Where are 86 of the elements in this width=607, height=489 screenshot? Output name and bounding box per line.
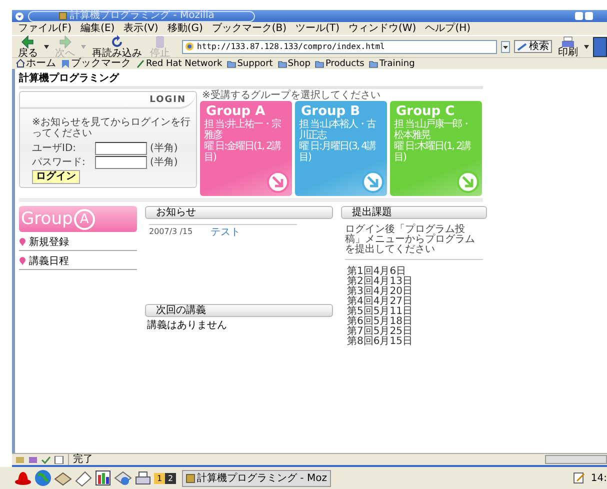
pin-icon [19,238,26,246]
field-label: ユーザID: [32,143,78,154]
clock-text: 14: [590,472,607,484]
group-day: 曜 日:木曜日(1, 2講目) [394,141,479,163]
group-day: 曜 日:金曜日(1, 2講目) [204,141,289,163]
field-hint: (半角) [150,157,178,168]
section-header: お知らせ [145,206,333,219]
site-icon [185,42,194,51]
group-name: Group B [301,104,362,119]
menu-item[interactable]: 移動(G) [167,22,203,34]
bookmark-link[interactable]: Shop [288,58,310,68]
group-teacher: 担 当:井上祐一・宗雅彦 [204,119,282,141]
print-button[interactable]: 印刷 [556,36,580,58]
notes-icon[interactable] [572,472,585,484]
maximize-button[interactable] [585,12,593,20]
login-note: ※お知らせを見てからログインを行ってください [32,117,192,139]
banner-text: Group [21,209,73,229]
section-header: 次回の講義 [145,304,333,317]
page-icon [186,474,195,482]
news-link[interactable]: テスト [210,227,241,238]
workspace-button[interactable]: 1 [154,472,165,484]
reload-button[interactable]: 再読み込み [90,34,144,58]
address-field[interactable]: http://133.87.128.133/compro/index.html [182,40,497,54]
home-icon [16,59,25,68]
group-caption: ※受講するグループを選択してください [202,91,382,101]
caret-icon[interactable] [44,44,49,48]
arrow-icon [21,34,35,48]
side-menu-link[interactable]: 新規登録 [29,235,69,249]
login-button[interactable]: ログイン [32,170,80,184]
status-icons-drawing [16,456,64,464]
menu-item[interactable]: 編集(E) [80,22,115,34]
bookmark-link[interactable]: Red Hat Network [146,58,222,68]
menu-item[interactable]: ヘルプ(H) [425,22,471,34]
group-teacher: 担 当:山戸康一郎・松本雅晃 [394,119,472,141]
bookmark-link[interactable]: ホーム [26,58,56,68]
assignment-item: 第7回5月25日 [347,327,414,337]
bookmark-link[interactable]: Training [379,58,415,68]
group-teacher: 担 当:山本裕人・古川正志 [299,119,378,141]
minimize-button[interactable] [575,12,583,20]
group-name: Group A [206,104,266,119]
input-field[interactable] [95,156,147,169]
group-day: 曜 日:月曜日(3, 4講目) [299,141,384,163]
login-heading: LOGIN [20,92,196,109]
page-title: 計算機プログラミング [19,73,120,85]
next-lecture-text: 講義はありません [147,320,228,331]
reload-icon [110,34,124,48]
menu-item[interactable]: 表示(V) [124,22,158,34]
menu-item[interactable]: ツール(T) [296,22,340,34]
assignment-item: 第6回5月18日 [347,317,414,327]
pin-icon [19,257,26,265]
menu-item[interactable]: ブックマーク(B) [212,22,287,34]
page-icon [59,12,67,20]
side-menu-link[interactable]: 講義日程 [29,254,69,268]
menu-item[interactable]: ファイル(F) [18,22,72,34]
workspace-button[interactable]: 2 [165,472,176,484]
news-date: 2007/3 /15 [149,227,193,238]
assignment-item: 第3回4月20日 [347,287,414,297]
stop-icon [153,34,167,48]
chart-icon[interactable] [94,469,112,487]
field-hint: (半角) [150,143,178,154]
input-field[interactable] [95,142,147,155]
globe-icon[interactable] [34,469,52,487]
caret-icon[interactable] [584,44,589,48]
menu-item[interactable]: ウィンドウ(W) [348,22,416,34]
assignment-item: 第1回4月6日 [347,267,406,277]
bookmark-link[interactable]: Support [237,58,273,68]
assignment-item: 第2回4月13日 [347,277,414,287]
banner-letter: A [74,208,95,230]
dropdown-icon[interactable] [501,40,510,52]
assignment-item: 第8回6月15日 [347,337,414,347]
assignment-item: 第4回4月27日 [347,297,414,307]
window-menu-icon[interactable] [15,12,24,20]
bookmark-link[interactable]: ブックマーク [71,58,131,68]
field-label: パスワード: [32,157,86,168]
arrow-icon [58,34,72,48]
assignment-item: 第5回5月11日 [347,307,414,317]
task-button[interactable]: 計算機プログラミング - Moz [182,470,331,486]
bookmark-link[interactable]: Products [325,58,364,68]
printer-icon[interactable] [134,469,152,487]
group-name: Group C [396,104,455,119]
search-button[interactable]: 検索 [514,40,552,53]
sidebar-toggle[interactable] [593,36,607,56]
back-button[interactable]: 戻る [16,34,40,58]
assignment-note: ログイン後「プログラム投稿」メニューからプログラムを提出してください [345,225,483,260]
hat-icon[interactable] [14,469,32,487]
section-header: 提出課題 [341,206,487,219]
